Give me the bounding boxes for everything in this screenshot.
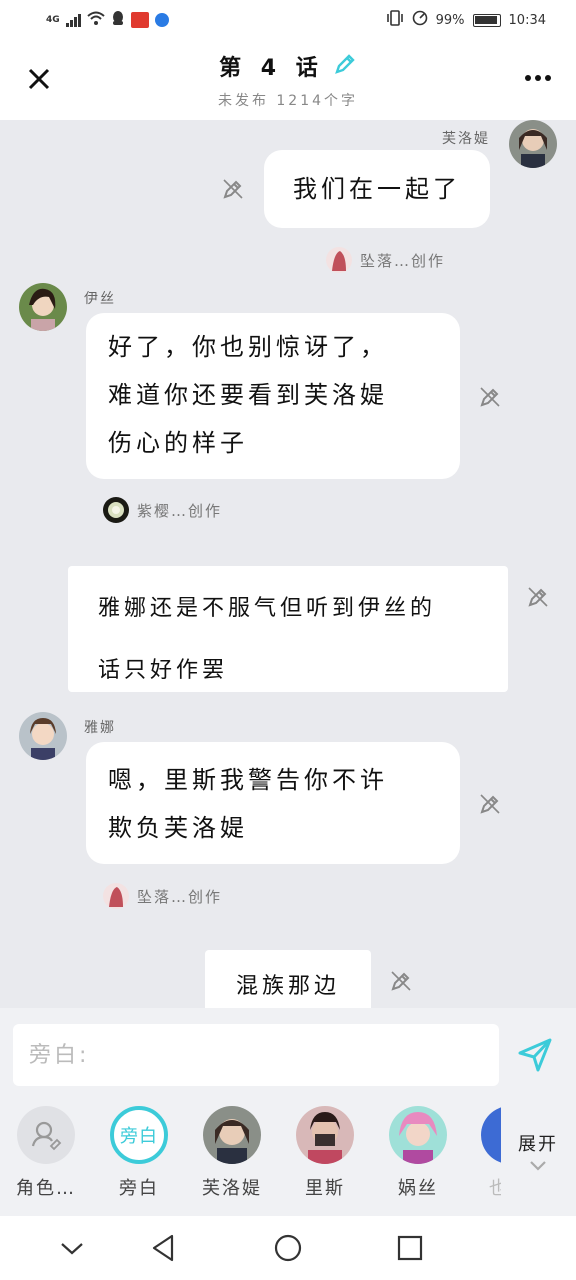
speedometer-icon	[412, 10, 428, 30]
avatar	[203, 1106, 261, 1164]
narration-bubble[interactable]: 雅娜还是不服气但听到伊丝的 话只好作罢	[68, 566, 508, 692]
role-character[interactable]: 里斯	[285, 1106, 365, 1200]
chevron-down-icon	[530, 1161, 546, 1171]
clock: 10:34	[508, 12, 546, 28]
avatar	[296, 1106, 354, 1164]
home-button[interactable]	[272, 1232, 304, 1264]
role-label: 旁白	[119, 1178, 159, 1199]
battery-percent: 99%	[435, 12, 465, 28]
author-credit[interactable]: 紫樱…创作	[103, 497, 222, 523]
chapter-status: 未发布 1214个字	[217, 93, 359, 109]
narrator-badge-text: 旁白	[120, 1126, 158, 1147]
chat-area[interactable]: 芙洛媞 我们在一起了 坠落…创作 伊丝 好了，你也别惊讶了， 难道你还要看到芙洛…	[0, 120, 576, 1008]
status-bar: 4G 99% 10:34	[0, 0, 576, 40]
message-input[interactable]	[13, 1024, 499, 1086]
role-label: 角色…	[16, 1178, 76, 1199]
author-credit[interactable]: 坠落…创作	[326, 247, 445, 273]
wifi-icon	[86, 11, 105, 29]
battery-icon	[472, 13, 501, 27]
narration-bubble[interactable]: 混族那边	[205, 950, 371, 1008]
avatar	[481, 1106, 501, 1164]
author-avatar	[326, 247, 352, 273]
author-avatar	[103, 497, 129, 523]
system-nav-bar	[0, 1216, 576, 1280]
role-narrator[interactable]: 旁白 旁白	[99, 1106, 179, 1200]
network-type: 4G	[46, 15, 60, 25]
edit-icon[interactable]	[478, 792, 504, 818]
expand-button[interactable]: 展开	[506, 1130, 570, 1177]
edit-icon[interactable]	[526, 585, 552, 611]
speaker-name: 雅娜	[84, 720, 116, 736]
chevron-down-icon	[61, 1243, 83, 1255]
edit-icon[interactable]	[221, 177, 247, 203]
author-credit[interactable]: 坠落…创作	[103, 883, 222, 909]
role-character[interactable]: 娲丝	[378, 1106, 458, 1200]
browser-app-icon	[154, 13, 169, 27]
more-button[interactable]	[524, 64, 552, 84]
narrator-badge: 旁白	[110, 1106, 168, 1164]
role-character[interactable]: 芙洛媞	[192, 1106, 272, 1200]
role-label: 娲丝	[398, 1178, 438, 1199]
message-bubble[interactable]: 我们在一起了	[264, 150, 490, 228]
avatar	[389, 1106, 447, 1164]
role-add[interactable]: 角色…	[6, 1106, 86, 1200]
role-label: 芙洛媞	[202, 1178, 262, 1199]
author-avatar	[103, 883, 129, 909]
edit-title-icon[interactable]	[333, 52, 357, 80]
recents-button[interactable]	[394, 1232, 426, 1264]
home-circle-icon	[274, 1234, 302, 1262]
message-bubble[interactable]: 好了，你也别惊讶了， 难道你还要看到芙洛媞 伤心的样子	[86, 313, 460, 479]
news-app-icon	[130, 12, 149, 28]
chapter-header: 第 4 话 未发布 1214个字	[0, 40, 576, 120]
role-label: 也	[489, 1178, 501, 1199]
chapter-title: 第 4 话	[219, 56, 324, 81]
signal-icon	[65, 13, 81, 27]
vibrate-icon	[386, 10, 404, 30]
avatar[interactable]	[509, 120, 557, 168]
credit-text: 紫樱…创作	[137, 501, 223, 520]
send-button[interactable]	[516, 1036, 554, 1074]
speaker-name: 芙洛媞	[442, 131, 490, 147]
credit-text: 坠落…创作	[360, 251, 446, 270]
role-label: 里斯	[305, 1178, 345, 1199]
role-selector: 角色… 旁白 旁白 芙洛媞 里斯 娲丝 也 展开	[0, 1100, 576, 1216]
qq-icon	[111, 10, 125, 30]
compose-bar	[0, 1008, 576, 1100]
back-button[interactable]	[148, 1232, 180, 1264]
speaker-name: 伊丝	[84, 291, 116, 307]
edit-icon[interactable]	[389, 969, 415, 995]
more-icon	[525, 75, 551, 81]
message-bubble[interactable]: 嗯，里斯我警告你不许 欺负芙洛媞	[86, 742, 460, 864]
back-triangle-icon	[152, 1234, 174, 1262]
edit-icon[interactable]	[478, 385, 504, 411]
add-role-icon	[17, 1106, 75, 1164]
credit-text: 坠落…创作	[137, 887, 223, 906]
expand-label: 展开	[518, 1134, 558, 1155]
avatar[interactable]	[19, 712, 67, 760]
avatar[interactable]	[19, 283, 67, 331]
role-character[interactable]: 也	[471, 1106, 501, 1200]
send-icon	[518, 1038, 552, 1072]
hide-keyboard-button[interactable]	[56, 1232, 88, 1264]
recents-square-icon	[397, 1235, 423, 1261]
